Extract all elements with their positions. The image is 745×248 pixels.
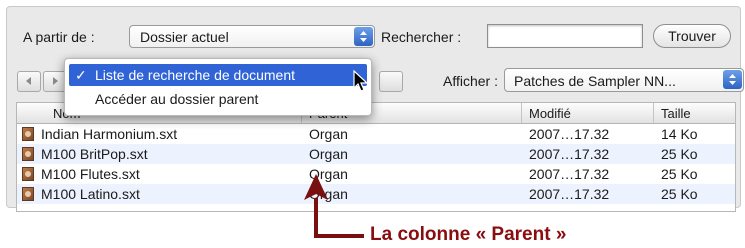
file-modified: 2007…17.32 xyxy=(529,166,610,182)
file-parent: Organ xyxy=(309,146,348,162)
file-parent: Organ xyxy=(309,126,348,142)
table-row[interactable]: M100 Flutes.sxt Organ 2007…17.32 25 Ko xyxy=(17,164,735,184)
file-name: M100 Flutes.sxt xyxy=(41,166,140,182)
pointer-cursor-icon xyxy=(353,70,369,92)
dropdown-menu: ✓ Liste de recherche de document Accéder… xyxy=(64,58,372,116)
menu-item-search-list[interactable]: ✓ Liste de recherche de document xyxy=(69,64,367,86)
from-label: A partir de : xyxy=(23,29,95,45)
file-size: 25 Ko xyxy=(661,146,698,162)
file-size: 14 Ko xyxy=(661,126,698,142)
table-row[interactable]: M100 BritPop.sxt Organ 2007…17.32 25 Ko xyxy=(17,144,735,164)
annotation-label: La colonne « Parent » xyxy=(370,224,567,245)
forward-arrow-icon xyxy=(53,77,58,85)
menu-item-parent-folder[interactable]: Accéder au dossier parent xyxy=(69,88,367,110)
file-size: 25 Ko xyxy=(661,186,698,202)
file-table: Nom Parent Modifié Taille Indian Harmoni… xyxy=(16,102,736,212)
checkmark-icon: ✓ xyxy=(75,67,87,83)
chevron-updown-icon xyxy=(354,27,373,46)
column-header-size[interactable]: Taille xyxy=(661,106,691,121)
file-modified: 2007…17.32 xyxy=(529,146,610,162)
file-icon xyxy=(22,167,34,181)
file-modified: 2007…17.32 xyxy=(529,186,610,202)
column-header-modified[interactable]: Modifié xyxy=(529,106,571,121)
from-popup-value: Dossier actuel xyxy=(140,29,229,45)
show-popup[interactable]: Patches de Sampler NN... xyxy=(504,68,744,92)
show-label: Afficher : xyxy=(443,73,498,89)
file-icon xyxy=(22,187,34,201)
menu-item-label: Accéder au dossier parent xyxy=(95,91,259,107)
back-button[interactable] xyxy=(17,71,41,92)
find-button[interactable]: Trouver xyxy=(653,24,731,48)
annotation-arrow-line xyxy=(314,234,364,238)
view-button[interactable] xyxy=(379,71,403,92)
file-modified: 2007…17.32 xyxy=(529,126,610,142)
table-row[interactable]: M100 Latino.sxt Organ 2007…17.32 25 Ko xyxy=(17,184,735,204)
annotation-arrow-head xyxy=(304,174,328,200)
annotation-arrow-line xyxy=(314,198,318,236)
chevron-updown-icon xyxy=(723,70,742,89)
table-row[interactable]: Indian Harmonium.sxt Organ 2007…17.32 14… xyxy=(17,124,735,144)
menu-item-label: Liste de recherche de document xyxy=(95,67,296,83)
file-name: Indian Harmonium.sxt xyxy=(41,126,178,142)
file-name: M100 Latino.sxt xyxy=(41,186,140,202)
file-name: M100 BritPop.sxt xyxy=(41,146,148,162)
search-label: Rechercher : xyxy=(381,29,462,45)
file-size: 25 Ko xyxy=(661,166,698,182)
back-arrow-icon xyxy=(26,77,31,85)
show-popup-value: Patches de Sampler NN... xyxy=(514,73,676,89)
file-icon xyxy=(22,127,34,141)
from-popup[interactable]: Dossier actuel xyxy=(129,25,375,48)
search-input[interactable] xyxy=(487,24,643,48)
file-icon xyxy=(22,147,34,161)
